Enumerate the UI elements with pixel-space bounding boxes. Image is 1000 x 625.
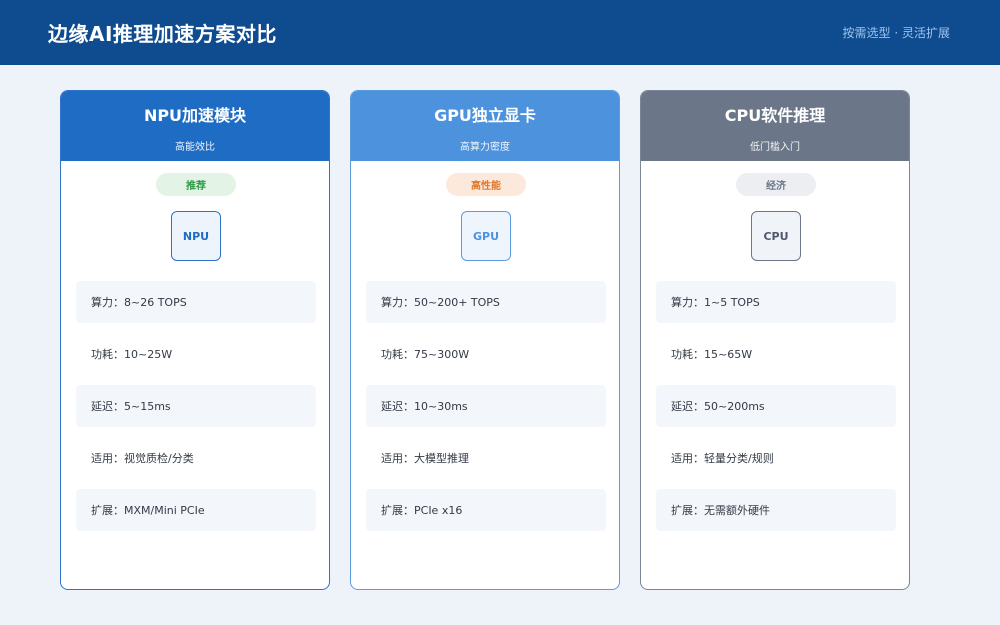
gpu-chip-icon: GPU xyxy=(461,211,511,261)
spec-usage: 适用：轻量分类/规则 xyxy=(671,452,774,465)
card-cpu: CPU软件推理 低门槛入门 经济 CPU 算力：1~5 TOPS 功耗：15~6… xyxy=(640,90,910,590)
spec-latency: 延迟：5~15ms xyxy=(76,385,316,427)
performance-badge: 高性能 xyxy=(446,173,526,196)
card-subtitle: 低门槛入门 xyxy=(750,141,800,153)
spec-list: 算力：8~26 TOPS 功耗：10~25W 延迟：5~15ms 适用：视觉质检… xyxy=(76,281,316,541)
spec-power: 功耗：15~65W xyxy=(671,348,753,361)
comparison-cards: NPU加速模块 高能效比 推荐 NPU 算力：8~26 TOPS 功耗：10~2… xyxy=(60,90,910,590)
spec-compute: 算力：50~200+ TOPS xyxy=(366,281,606,323)
spec-list: 算力：50~200+ TOPS 功耗：75~300W 延迟：10~30ms 适用… xyxy=(366,281,606,541)
economy-badge: 经济 xyxy=(736,173,816,196)
cpu-chip-icon: CPU xyxy=(751,211,801,261)
card-title: GPU独立显卡 xyxy=(434,105,536,125)
spec-list: 算力：1~5 TOPS 功耗：15~65W 延迟：50~200ms 适用：轻量分… xyxy=(656,281,896,541)
spec-latency: 延迟：50~200ms xyxy=(656,385,896,427)
spec-expansion: 扩展：无需额外硬件 xyxy=(656,489,896,531)
card-header: CPU软件推理 低门槛入门 xyxy=(641,91,909,161)
card-npu: NPU加速模块 高能效比 推荐 NPU 算力：8~26 TOPS 功耗：10~2… xyxy=(60,90,330,590)
card-header: GPU独立显卡 高算力密度 xyxy=(351,91,619,161)
card-header: NPU加速模块 高能效比 xyxy=(61,91,329,161)
spec-latency: 延迟：10~30ms xyxy=(366,385,606,427)
spec-compute: 算力：8~26 TOPS xyxy=(76,281,316,323)
card-title: NPU加速模块 xyxy=(143,105,247,125)
page-title: 边缘AI推理加速方案对比 xyxy=(48,22,277,46)
card-gpu: GPU独立显卡 高算力密度 高性能 GPU 算力：50~200+ TOPS 功耗… xyxy=(350,90,620,590)
card-title: CPU软件推理 xyxy=(724,105,826,125)
spec-compute: 算力：1~5 TOPS xyxy=(656,281,896,323)
npu-chip-icon: NPU xyxy=(171,211,221,261)
recommend-badge: 推荐 xyxy=(156,173,236,196)
spec-expansion: 扩展：MXM/Mini PCIe xyxy=(76,489,316,531)
header-bar: 边缘AI推理加速方案对比 按需选型 · 灵活扩展 xyxy=(0,0,1000,65)
page-subtitle: 按需选型 · 灵活扩展 xyxy=(842,26,950,40)
spec-usage: 适用：大模型推理 xyxy=(381,452,469,465)
card-subtitle: 高能效比 xyxy=(175,141,215,153)
spec-usage: 适用：视觉质检/分类 xyxy=(91,452,194,465)
spec-power: 功耗：75~300W xyxy=(381,348,470,361)
card-subtitle: 高算力密度 xyxy=(460,141,510,153)
spec-power: 功耗：10~25W xyxy=(91,348,173,361)
spec-expansion: 扩展：PCIe x16 xyxy=(366,489,606,531)
